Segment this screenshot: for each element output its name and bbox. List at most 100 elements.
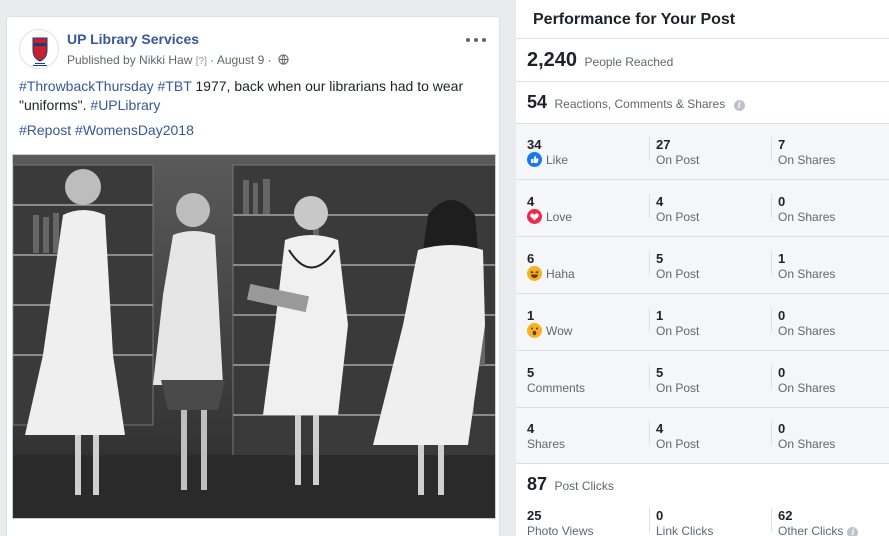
on-post-value: 27	[656, 137, 671, 152]
on-shares-value: 0	[778, 421, 786, 436]
on-shares-label: On Shares	[778, 267, 836, 281]
engagement-stat: 54 Reactions, Comments & Shares i	[527, 92, 745, 113]
photo-views-label: Photo Views	[527, 524, 594, 536]
other-clicks-label: Other Clicks	[778, 524, 844, 536]
engagement-breakdown: 34 Like 27 On Post 7 On Shares 4 Love 4 …	[516, 123, 889, 463]
column-divider	[771, 194, 772, 218]
hashtag-link[interactable]: #WomensDay2018	[75, 122, 194, 138]
total-cell: 4 Love	[527, 194, 572, 225]
row-label: Shares	[527, 437, 566, 451]
on-shares-cell: 0 On Shares	[778, 194, 835, 225]
page-avatar[interactable]	[19, 29, 59, 69]
info-icon[interactable]: i	[733, 100, 745, 111]
on-shares-cell: 0 On Shares	[778, 365, 835, 396]
on-shares-label: On Shares	[778, 437, 836, 451]
engagement-label: Reactions, Comments & Shares	[554, 97, 726, 111]
post-text-line-1: #ThrowbackThursday #TBT 1977, back when …	[19, 77, 489, 115]
breakdown-row-wow: 1 Wow 1 On Post 0 On Shares	[516, 294, 889, 351]
reaction-label: Like	[546, 153, 569, 167]
people-reached-stat: 2,240 People Reached	[527, 49, 673, 72]
reaction-label-wrap: Like	[527, 152, 568, 168]
total-cell: 4 Shares	[527, 421, 565, 452]
info-icon[interactable]: i	[847, 527, 859, 536]
row-label: Comments	[527, 381, 586, 395]
column-divider	[649, 251, 650, 275]
on-post-label: On Post	[656, 324, 700, 338]
post-text-line-2: #Repost #WomensDay2018	[19, 121, 489, 140]
post-meta: Published by Nikki Haw [?] · August 9 ·	[67, 53, 289, 67]
total-cell: 1 Wow	[527, 308, 572, 339]
help-marker[interactable]: [?]	[196, 56, 207, 67]
on-shares-label: On Shares	[778, 324, 836, 338]
other-clicks-cell: 62 Other Clicks i	[778, 508, 859, 536]
people-reached-value: 2,240	[527, 49, 578, 71]
column-divider	[771, 365, 772, 389]
total-value: 1	[527, 308, 535, 323]
post-date-link[interactable]: August 9	[217, 53, 264, 67]
on-post-cell: 5 On Post	[656, 251, 699, 282]
post-clicks-label: Post Clicks	[554, 479, 614, 493]
on-post-cell: 5 On Post	[656, 365, 699, 396]
page-name-link[interactable]: UP Library Services	[67, 31, 199, 47]
post-text: #ThrowbackThursday #TBT 1977, back when …	[19, 77, 489, 146]
breakdown-row-love: 4 Love 4 On Post 0 On Shares	[516, 180, 889, 237]
total-value: 5	[527, 365, 535, 380]
column-divider	[649, 194, 650, 218]
hashtag-link[interactable]: #Repost	[19, 122, 71, 138]
performance-panel: Performance for Your Post 2,240 People R…	[516, 0, 889, 536]
reaction-label: Haha	[546, 267, 575, 281]
link-clicks-cell: 0 Link Clicks	[656, 508, 713, 536]
on-post-value: 4	[656, 194, 664, 209]
on-post-value: 1	[656, 308, 664, 323]
reaction-label-wrap: Love	[527, 209, 572, 225]
column-divider	[649, 308, 650, 332]
breakdown-row-haha: 6 Haha 5 On Post 1 On Shares	[516, 237, 889, 294]
on-post-value: 4	[656, 421, 664, 436]
other-clicks-value: 62	[778, 508, 793, 523]
link-clicks-label: Link Clicks	[656, 524, 714, 536]
on-post-label: On Post	[656, 267, 700, 281]
meta-separator: ·	[210, 53, 215, 67]
on-shares-label: On Shares	[778, 210, 836, 224]
on-shares-value: 0	[778, 194, 786, 209]
wow-icon	[527, 323, 542, 338]
on-post-cell: 1 On Post	[656, 308, 699, 339]
more-options-icon[interactable]	[465, 33, 487, 47]
engagement-value: 54	[527, 92, 548, 112]
breakdown-row-shares: 4 Shares 4 On Post 0 On Shares	[516, 407, 889, 464]
divider	[516, 38, 889, 39]
total-value: 6	[527, 251, 535, 266]
reaction-label: Wow	[546, 324, 573, 338]
divider	[516, 463, 889, 464]
post-card: UP Library Services Published by Nikki H…	[6, 16, 500, 536]
reaction-label-wrap: Wow	[527, 323, 572, 339]
other-clicks-label-wrap: Other Clicks i	[778, 523, 859, 536]
hashtag-link[interactable]: #ThrowbackThursday	[19, 78, 154, 94]
on-shares-value: 7	[778, 137, 786, 152]
on-shares-cell: 7 On Shares	[778, 137, 835, 168]
column-divider	[771, 137, 772, 161]
column-divider	[649, 508, 650, 532]
total-value: 34	[527, 137, 542, 152]
on-shares-cell: 0 On Shares	[778, 308, 835, 339]
people-reached-label: People Reached	[584, 55, 674, 69]
column-divider	[771, 251, 772, 275]
on-post-label: On Post	[656, 153, 700, 167]
haha-icon	[527, 266, 542, 281]
hashtag-link[interactable]: #UPLibrary	[90, 97, 160, 113]
performance-title: Performance for Your Post	[533, 11, 736, 28]
post-photo[interactable]	[12, 154, 496, 519]
on-post-label: On Post	[656, 381, 700, 395]
post-clicks-value: 87	[527, 474, 548, 494]
on-shares-label: On Shares	[778, 381, 836, 395]
total-value: 4	[527, 421, 535, 436]
on-post-label: On Post	[656, 437, 700, 451]
post-header: UP Library Services Published by Nikki H…	[19, 29, 487, 73]
globe-icon[interactable]	[278, 54, 289, 65]
total-value: 4	[527, 194, 535, 209]
reaction-label: Love	[546, 210, 573, 224]
on-post-value: 5	[656, 365, 664, 380]
hashtag-link[interactable]: #TBT	[158, 78, 192, 94]
total-cell: 34 Like	[527, 137, 568, 168]
university-crest-logo	[20, 30, 58, 68]
